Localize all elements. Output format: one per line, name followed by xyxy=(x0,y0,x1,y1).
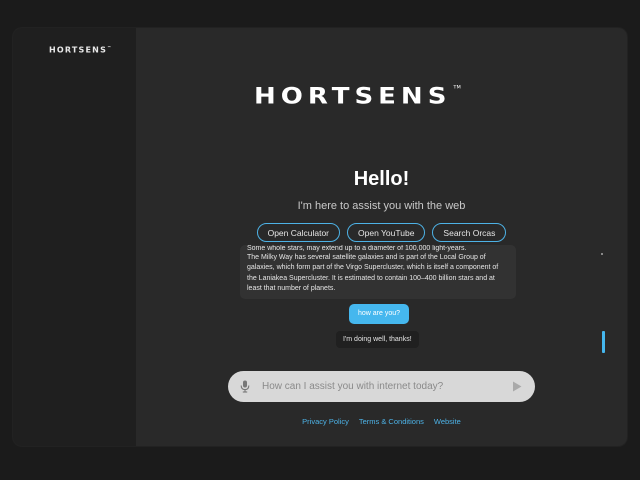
prompt-input[interactable] xyxy=(262,371,502,402)
send-icon[interactable] xyxy=(512,381,522,392)
app-window: HORTSENS™ HORTSENS TM Hello! I'm here to … xyxy=(13,28,627,446)
terms-conditions-link[interactable]: Terms & Conditions xyxy=(359,417,424,426)
main-panel: HORTSENS TM Hello! I'm here to assist you… xyxy=(136,28,627,446)
sidebar-logo-text: HORTSENS xyxy=(49,45,108,55)
privacy-policy-link[interactable]: Privacy Policy xyxy=(302,417,349,426)
assistant-message-text: The Milky Way has several satellite gala… xyxy=(247,254,499,292)
sidebar-logo-tm: ™ xyxy=(107,45,112,50)
sidebar: HORTSENS™ xyxy=(13,28,136,446)
prompt-bar xyxy=(228,371,535,402)
chat-log[interactable]: Some whole stars, may extend up to a dia… xyxy=(136,245,627,355)
open-calculator-button[interactable]: Open Calculator xyxy=(256,223,341,242)
search-orcas-button[interactable]: Search Orcas xyxy=(432,223,507,242)
scroll-indicator-top xyxy=(601,253,603,255)
assistant-message-overflow: Some whole stars, may extend up to a dia… xyxy=(247,245,467,252)
brand-logo-text: HORTSENS xyxy=(254,84,452,110)
open-youtube-button[interactable]: Open YouTube xyxy=(347,223,426,242)
sidebar-logo[interactable]: HORTSENS™ xyxy=(49,45,111,55)
brand-logo: HORTSENS TM xyxy=(254,84,461,110)
welcome-title: Hello! xyxy=(353,168,410,190)
chat-scrollbar[interactable] xyxy=(602,331,605,353)
microphone-icon[interactable] xyxy=(239,380,251,393)
quick-actions: Open Calculator Open YouTube Search Orca… xyxy=(136,223,627,242)
user-message: how are you? xyxy=(349,304,410,324)
brand-logo-tm: TM xyxy=(453,85,461,91)
assistant-message: Some whole stars, may extend up to a dia… xyxy=(240,245,516,300)
website-link[interactable]: Website xyxy=(434,417,461,426)
footer-links: Privacy Policy Terms & Conditions Websit… xyxy=(136,417,627,426)
welcome-subtitle: I'm here to assist you with the web xyxy=(297,200,466,212)
assistant-message-short: I'm doing well, thanks! xyxy=(336,331,419,348)
